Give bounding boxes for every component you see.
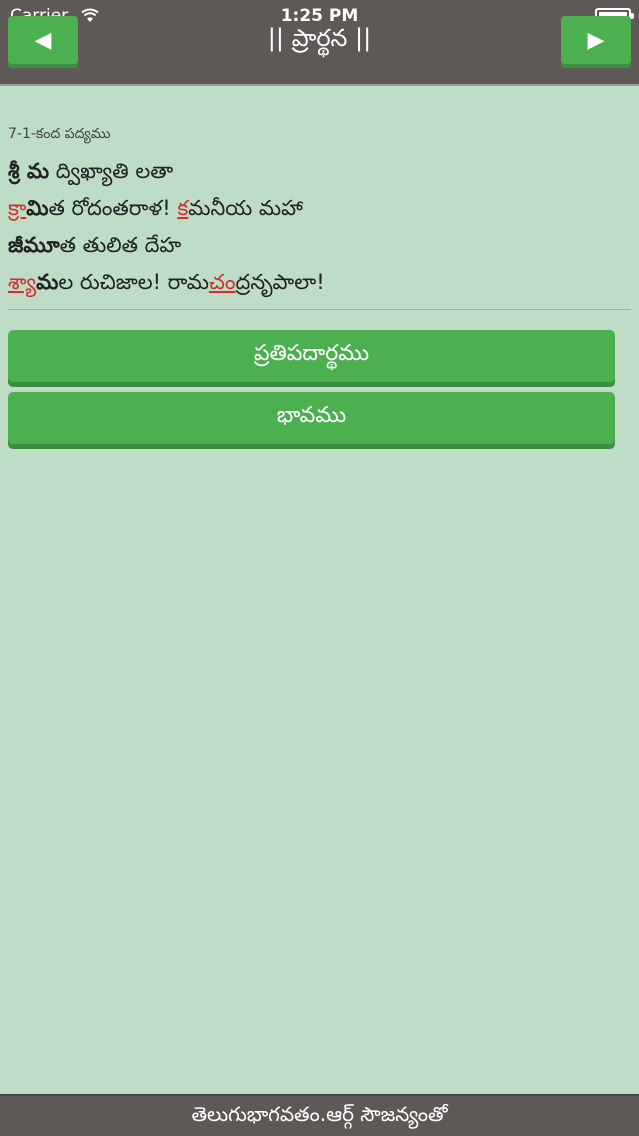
poem-highlight: చం	[208, 270, 236, 294]
word-meaning-button[interactable]: ప్రతిపదార్థము	[8, 330, 615, 382]
poem-text: ద్రనృపాలా!	[235, 270, 325, 294]
poem-content: 7-1-కంద పద్యము శ్రీ మ ద్విఖ్యాతి లతా క్ర…	[8, 126, 631, 310]
poem-text: ద్విఖ్యాతి లతా	[49, 159, 174, 183]
poem-meta: 7-1-కంద పద్యము	[8, 126, 111, 142]
poem-text: మనీయ మహా	[188, 196, 303, 220]
poem-text: శ్రీ మ	[8, 159, 50, 183]
footer: తెలుగుభాగవతం.ఆర్గ్ సౌజన్యంతో	[0, 1094, 639, 1136]
divider	[8, 309, 631, 310]
bhavamu-button[interactable]: భావము	[8, 392, 615, 444]
poem-text: త రోదంతరాళ!	[48, 196, 178, 220]
footer-text: తెలుగుభాగవతం.ఆర్గ్ సౌజన్యంతో	[191, 1101, 448, 1126]
poem-line-1: శ్రీ మ ద్విఖ్యాతి లతా	[8, 153, 631, 190]
poem-line-2: క్రామిత రోదంతరాళ! కమనీయ మహా	[8, 190, 631, 227]
poem-highlight: క	[177, 196, 189, 220]
poem-text: మి	[26, 196, 49, 220]
poem-highlight: శ్యా	[8, 270, 37, 294]
poem-text: మ	[36, 270, 59, 294]
poem-text: ల రుచిజాల! రామ	[58, 270, 209, 294]
poem-text: త తులిత దేహ	[59, 233, 182, 257]
top-bar: Carrier 1:25 PM ◀ || ప్రార్థన || ▶	[0, 0, 639, 86]
poem-line-3: జీమూత తులిత దేహ	[8, 227, 631, 264]
page-title: || ప్రార్థన ||	[267, 24, 372, 52]
poem-text: జీమూ	[8, 233, 60, 257]
status-time: 1:25 PM	[280, 6, 359, 26]
poem-line-4: శ్యామల రుచిజాల! రామచంద్రనృపాలా!	[8, 264, 631, 301]
next-button[interactable]: ▶	[561, 16, 631, 64]
poem-highlight: క్రా	[8, 196, 27, 220]
